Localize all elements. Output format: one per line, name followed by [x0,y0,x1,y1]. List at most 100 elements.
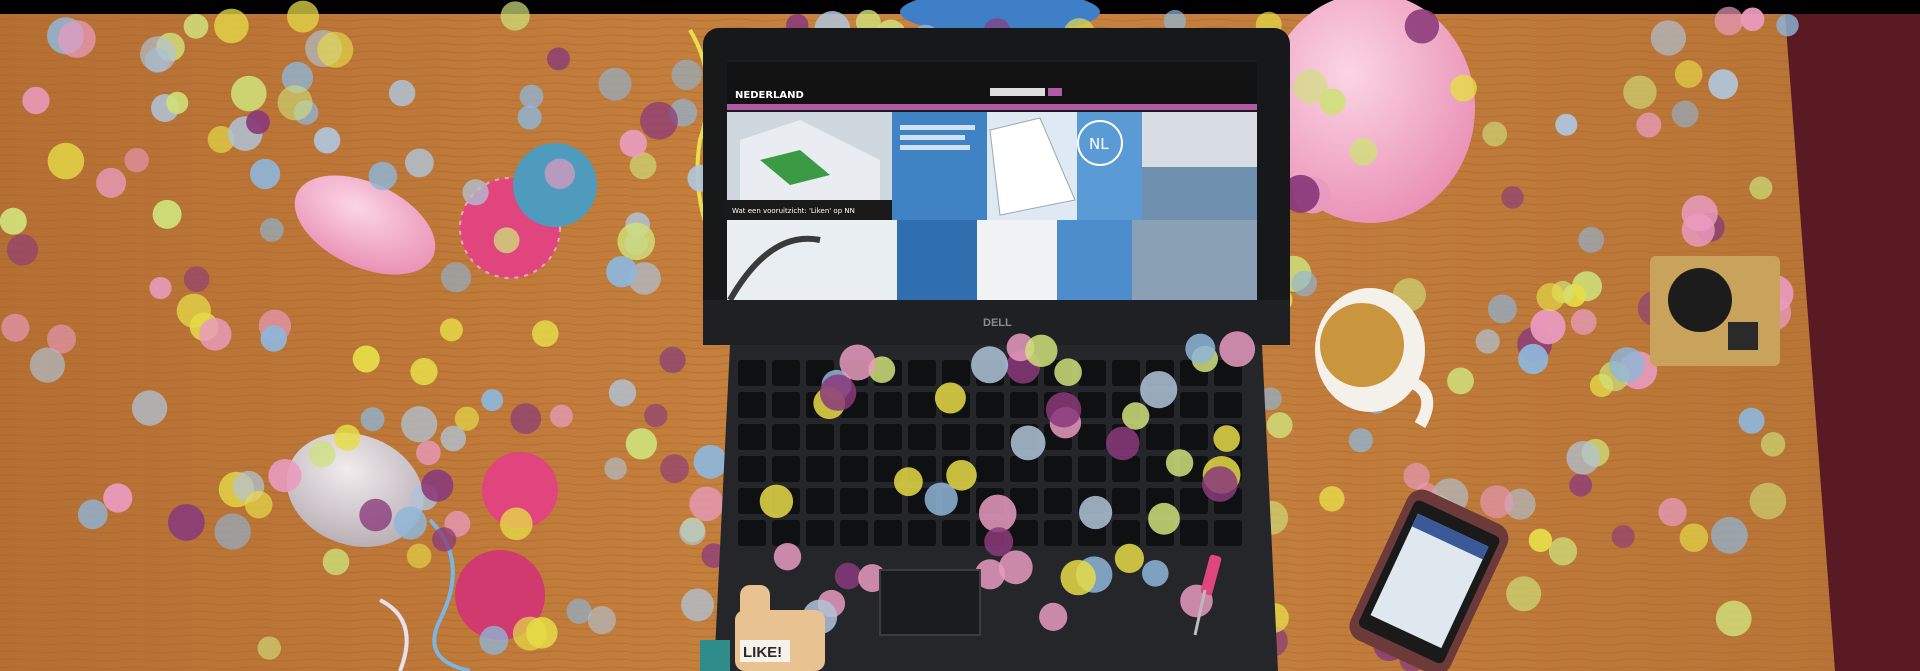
confetti-dot [405,148,434,178]
confetti-dot [432,527,457,552]
keyboard-key [738,424,766,450]
keyboard-key [976,456,1004,482]
confetti-dot [257,636,281,660]
confetti-dot [547,47,570,71]
confetti-dot [532,320,559,347]
confetti-dot [214,8,249,44]
keyboard-key [772,456,800,482]
website-brand: NEDERLAND [735,90,804,101]
tile-tower [977,220,1057,308]
confetti-dot [1555,113,1578,136]
tile-glass [1132,220,1257,308]
keyboard-key [942,360,970,386]
confetti-dot [608,379,637,407]
confetti-dot [22,86,50,115]
keyboard-key [1112,488,1140,514]
confetti-dot [58,20,96,58]
confetti-dot [140,36,177,73]
confetti-dot [1536,283,1565,312]
confetti-dot-on-laptop [1060,559,1096,596]
confetti-dot [352,345,380,373]
confetti-dot-on-laptop [759,484,794,518]
keyboard-key [874,488,902,514]
confetti-dot [1714,6,1744,36]
confetti-dot-on-laptop [1140,371,1178,409]
confetti-dot [604,457,627,480]
confetti-dot-on-laptop [1045,392,1082,428]
keyboard-key [772,520,800,546]
confetti-dot [47,324,76,354]
confetti-dot [598,67,632,101]
nl-badge: NL [1089,135,1109,153]
confetti-dot [1,313,30,342]
confetti-dot-on-laptop [1079,495,1113,530]
touchpad [879,569,981,636]
power-socket [1650,256,1780,366]
confetti-dot [517,105,542,130]
confetti-dot-on-laptop [839,344,876,381]
confetti-dot [660,454,689,483]
confetti-dot [1530,309,1566,345]
confetti-dot-on-laptop [1039,602,1068,632]
confetti-dot-on-laptop [1010,425,1046,461]
confetti-dot [1776,14,1799,37]
confetti-dot-on-laptop [1142,560,1169,587]
tile-text [1057,220,1132,308]
confetti-dot-on-laptop [1122,402,1150,430]
confetti-dot [334,424,361,451]
confetti-dot [198,318,232,351]
confetti-dot [1570,309,1597,335]
keyboard-key [840,488,868,514]
confetti-dot-on-laptop [984,527,1014,557]
keyboard-key [840,456,868,482]
confetti-dot [168,504,205,541]
keyboard-key [1010,520,1038,546]
confetti-dot [479,625,509,655]
confetti-dot [1636,112,1662,138]
keyboard-key [738,392,766,418]
keyboard-key [772,360,800,386]
confetti-dot-on-laptop [1148,502,1180,535]
keyboard-key [1010,456,1038,482]
keyboard-key [1044,520,1072,546]
tile-harbor [1142,112,1257,167]
confetti-dot-on-laptop [1202,466,1238,502]
confetti-dot [587,606,617,635]
confetti-dot [1506,576,1542,612]
confetti-dot [681,588,715,622]
confetti-dot [519,84,544,109]
confetti-dot [1528,528,1553,552]
featured-tile-caption: Wat een vooruitzicht: 'Liken' op NN [732,207,855,215]
confetti-dot-on-laptop [978,494,1017,533]
confetti-dot [416,440,441,466]
tile-blue [897,220,977,308]
keyboard-key [738,520,766,546]
confetti-dot [183,266,210,293]
confetti-dot [1679,523,1709,552]
confetti-dot [1548,537,1578,566]
confetti-dot [1738,407,1765,434]
confetti-dot [77,499,108,530]
confetti-dot [406,543,432,569]
confetti-dot [231,75,267,112]
keyboard-key [840,520,868,546]
keyboard-key [942,424,970,450]
confetti-dot [260,325,287,352]
confetti-dot [462,179,489,206]
like-sign-text: LIKE! [743,644,782,661]
confetti-dot [250,158,281,190]
confetti-dot [439,318,463,342]
confetti-dot [317,31,354,68]
keyboard-key [1180,488,1208,514]
confetti-dot [244,490,273,519]
confetti-dot [308,440,336,468]
confetti-dot-on-laptop [1213,425,1240,452]
confetti-dot [421,469,454,502]
confetti-dot [481,389,504,412]
confetti-dot-on-laptop [1114,543,1144,574]
confetti-dot [1404,9,1440,44]
confetti-dot [619,129,647,158]
confetti-dot [1715,600,1752,637]
confetti-dot [410,358,438,386]
confetti-dot-on-laptop [894,467,923,497]
